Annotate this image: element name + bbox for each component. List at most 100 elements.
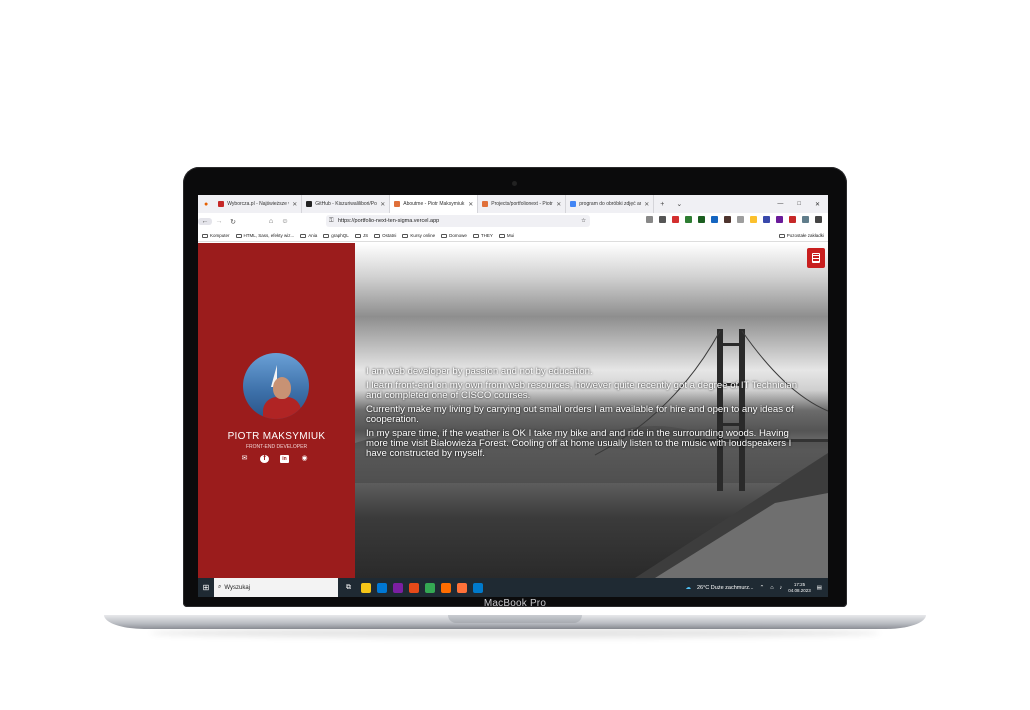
minimize-button[interactable]: —: [777, 201, 783, 208]
bookmark-folder[interactable]: Kursy online: [402, 233, 435, 238]
extension-icon[interactable]: [724, 216, 731, 223]
webcam: [512, 181, 517, 186]
facebook-icon[interactable]: f: [260, 455, 269, 463]
volume-icon[interactable]: ♪: [780, 585, 783, 591]
extension-icon[interactable]: [698, 216, 705, 223]
bookmark-folder[interactable]: JS: [354, 233, 369, 238]
browser-tab[interactable]: Aboutme - Piotr Maksymiuk ✕: [390, 195, 479, 213]
bookmark-label: HTML, Sass, efekty wiz...: [243, 233, 295, 238]
linkedin-icon[interactable]: in: [280, 455, 289, 463]
tab-favicon-icon: [218, 201, 225, 207]
network-icon[interactable]: ⌂: [770, 585, 773, 591]
profile-role: FRONT-END DEVELOPER: [245, 444, 308, 450]
taskbar-app-icon[interactable]: [377, 582, 387, 593]
system-tray: ☁ 26°C Duże zachmurz... ⌃ ⌂ ♪ 17:25 04.0…: [685, 582, 828, 594]
extension-icon[interactable]: [711, 216, 718, 223]
address-bar[interactable]: ⚿ https://portfolio-next-ten-sigma.verce…: [326, 215, 590, 227]
folder-icon: [235, 233, 242, 238]
taskbar-apps: [361, 582, 483, 593]
about-paragraph: In my spare time, if the weather is OK I…: [366, 428, 792, 459]
close-window-button[interactable]: ✕: [815, 201, 820, 208]
windows-start-icon[interactable]: ⊞: [198, 583, 214, 592]
close-tab-icon[interactable]: ✕: [292, 201, 297, 208]
taskbar-search[interactable]: ⌕ Wyszukaj: [214, 578, 338, 597]
folder-icon: [498, 233, 505, 238]
close-tab-icon[interactable]: ✕: [556, 201, 561, 208]
account-icon[interactable]: ☺: [278, 218, 292, 225]
bookmark-label: JS: [362, 233, 369, 238]
extension-icon[interactable]: [815, 216, 822, 223]
new-tab-button[interactable]: +: [660, 201, 664, 208]
lock-icon: ⚿: [329, 217, 334, 224]
browser-tab[interactable]: Wyborcza.pl - Najświeższe wia ✕: [214, 195, 303, 213]
bookmarks-bar: Komputer HTML, Sass, efekty wiz... Ania gra…: [198, 230, 828, 242]
tab-title: Wyborcza.pl - Najświeższe wia: [227, 201, 290, 207]
extension-icon[interactable]: [672, 216, 679, 223]
extension-icon[interactable]: [750, 216, 757, 223]
close-tab-icon[interactable]: ✕: [644, 201, 649, 208]
tab-list-button[interactable]: ⌄: [676, 200, 682, 208]
taskbar-app-icon[interactable]: [361, 582, 371, 593]
browser-tab[interactable]: Projects/portfolionext - Piotr M ✕: [478, 195, 567, 213]
container-icon[interactable]: ⌂: [264, 218, 278, 225]
extension-icon[interactable]: [737, 216, 744, 223]
bookmark-label: Domowe: [449, 233, 467, 238]
bookmark-folder[interactable]: Mui: [498, 233, 514, 238]
about-paragraph: Currently make my living by carrying out…: [366, 404, 794, 425]
task-view-icon[interactable]: ⧉: [346, 584, 351, 592]
folder-icon: [441, 233, 448, 238]
portfolio-page: PIOTR MAKSYMIUK FRONT-END DEVELOPER ✉ f …: [198, 243, 828, 578]
extension-icon[interactable]: [659, 216, 666, 223]
tab-favicon-icon: [482, 201, 489, 207]
mail-icon[interactable]: ✉: [240, 455, 249, 463]
taskbar-app-icon[interactable]: [473, 582, 483, 593]
laptop-screen: ● Wyborcza.pl - Najświeższe wia ✕ GitHub -…: [198, 195, 828, 597]
back-button[interactable]: ←: [198, 218, 212, 225]
search-icon: ⌕: [218, 584, 222, 590]
bookmark-folder[interactable]: THEY: [472, 233, 493, 238]
folder-icon: [354, 233, 361, 238]
taskbar-app-icon[interactable]: [425, 582, 435, 593]
maximize-button[interactable]: □: [797, 201, 801, 208]
tab-favicon-icon: [306, 201, 313, 207]
firefox-icon[interactable]: ●: [204, 201, 208, 208]
weather-icon: ☁: [685, 584, 691, 591]
bookmark-folder[interactable]: Ania: [300, 233, 317, 238]
folder-icon: [323, 233, 330, 238]
other-bookmarks[interactable]: Pozostałe zakładki: [778, 233, 828, 238]
browser-tab[interactable]: program do obróbki zdjęć and ✕: [566, 195, 655, 213]
clock[interactable]: 17:25 04.08.2023: [788, 582, 811, 594]
extension-icon[interactable]: [763, 216, 770, 223]
folder-icon: [202, 233, 208, 238]
bookmark-folder[interactable]: HTML, Sass, efekty wiz...: [235, 233, 295, 238]
profile-sidebar: PIOTR MAKSYMIUK FRONT-END DEVELOPER ✉ f …: [198, 243, 355, 578]
extension-icon[interactable]: [776, 216, 783, 223]
bookmark-folder[interactable]: Ostatni: [374, 233, 396, 238]
menu-button[interactable]: [807, 248, 825, 268]
extension-icon[interactable]: [789, 216, 796, 223]
tab-title: program do obróbki zdjęć and: [579, 201, 642, 207]
tab-title: GitHub - Kiszuriwalilibori/Portf: [315, 201, 378, 207]
github-icon[interactable]: ◉: [300, 455, 309, 463]
bookmark-folder[interactable]: Domowe: [441, 233, 467, 238]
bookmark-folder[interactable]: Komputer: [202, 233, 230, 238]
taskbar-app-icon[interactable]: [409, 582, 419, 593]
weather-text[interactable]: 26°C Duże zachmurz...: [697, 585, 754, 591]
extension-icon[interactable]: [685, 216, 692, 223]
bookmark-label: Ania: [308, 233, 318, 238]
tray-chevron-icon[interactable]: ⌃: [760, 585, 765, 591]
taskbar-app-icon[interactable]: [457, 582, 467, 593]
forward-button[interactable]: →: [212, 218, 226, 225]
browser-tab[interactable]: GitHub - Kiszuriwalilibori/Portf ✕: [302, 195, 391, 213]
notifications-icon[interactable]: ▤: [817, 585, 822, 591]
taskbar-app-icon[interactable]: [441, 582, 451, 593]
extension-icon[interactable]: [802, 216, 809, 223]
extension-icon[interactable]: [646, 216, 653, 223]
bookmark-star-icon[interactable]: ☆: [581, 218, 586, 224]
taskbar-app-icon[interactable]: [393, 582, 403, 593]
tab-title: Aboutme - Piotr Maksymiuk: [403, 201, 465, 207]
close-tab-icon[interactable]: ✕: [468, 201, 473, 208]
bookmark-folder[interactable]: graphQL: [323, 233, 349, 238]
reload-button[interactable]: ↻: [226, 218, 240, 226]
close-tab-icon[interactable]: ✕: [380, 201, 385, 208]
